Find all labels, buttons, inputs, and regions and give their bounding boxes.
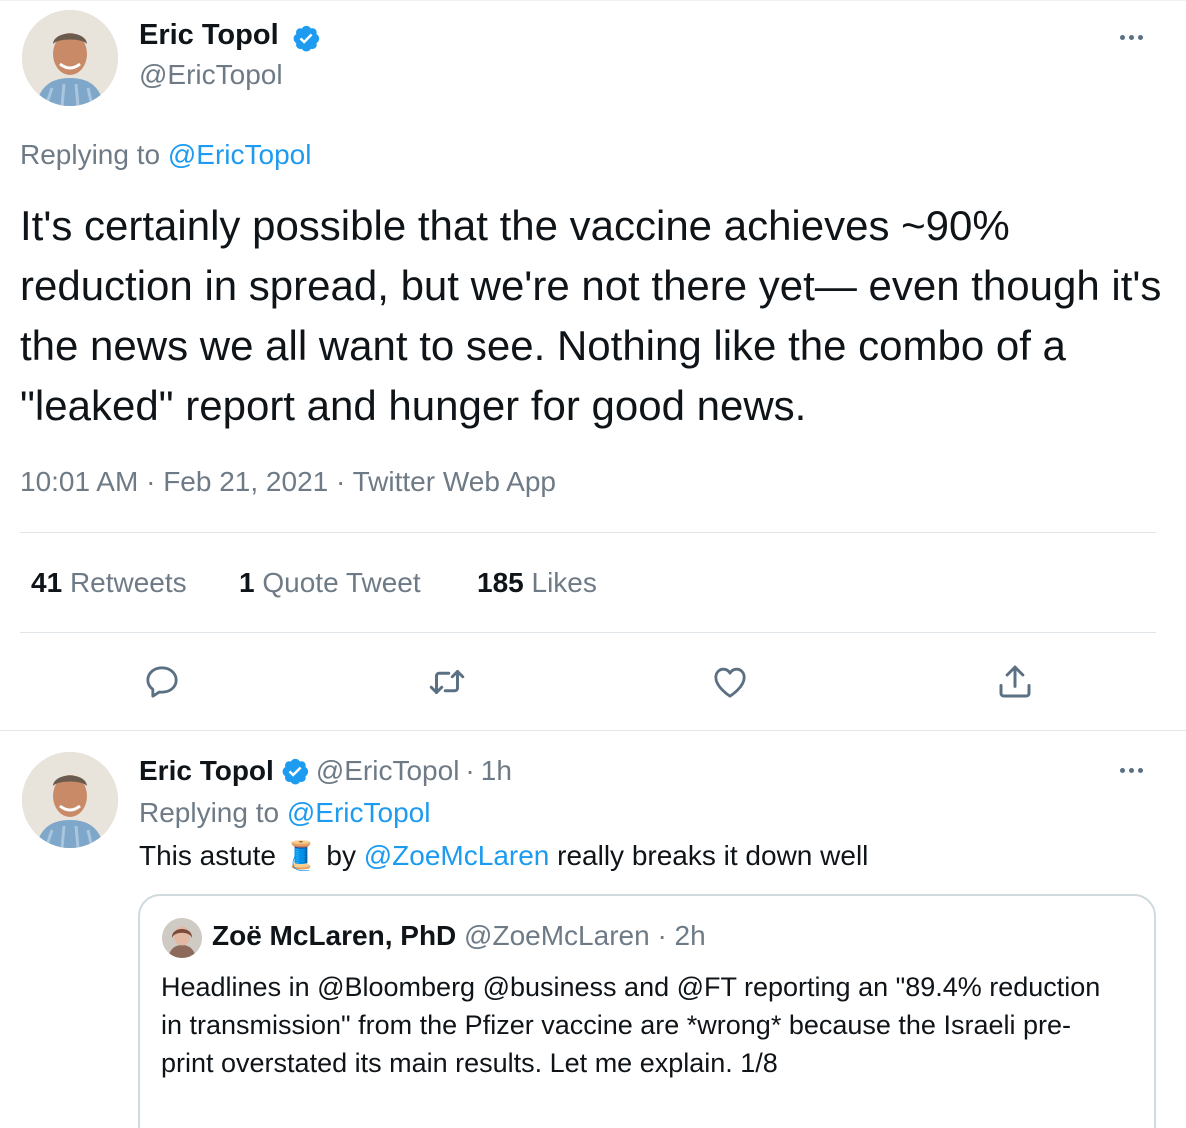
likes-count: 185 [477, 567, 524, 598]
reply-replying-label: Replying to [139, 797, 280, 828]
reply-replying-to-line: Replying to @EricTopol [139, 797, 430, 829]
reply-text-before: This astute [139, 840, 276, 871]
tweet-meta: 10:01 AM · Feb 21, 2021 · Twitter Web Ap… [20, 466, 556, 498]
quote-tweets-stat[interactable]: 1 Quote Tweet [239, 567, 421, 599]
reply-author-avatar[interactable] [22, 752, 118, 848]
author-avatar[interactable] [22, 10, 118, 106]
reply-author-handle[interactable]: @EricTopol [316, 755, 460, 787]
author-name[interactable]: Eric Topol [139, 19, 279, 52]
reply-text: This astute 🧵 by @ZoeMcLaren really brea… [139, 839, 868, 872]
header-separator: · [465, 755, 475, 786]
replying-to-line: Replying to @EricTopol [20, 139, 311, 171]
reply-replying-handle-link[interactable]: @EricTopol [287, 797, 431, 828]
quoted-tweet-card[interactable]: Zoë McLaren, PhD @ZoeMcLaren · 2h Headli… [138, 894, 1156, 1128]
likes-label: Likes [531, 567, 597, 598]
reply-header: Eric Topol @EricTopol · 1h [139, 755, 512, 787]
reply-author-avatar-image [22, 752, 118, 848]
replying-handle-link[interactable]: @EricTopol [168, 139, 312, 170]
thread-emoji: 🧵 [283, 840, 319, 871]
quoted-author-handle: @ZoeMcLaren [464, 920, 650, 951]
quoted-text: Headlines in @Bloomberg @business and @F… [161, 972, 1101, 1078]
meta-separator: · [336, 466, 346, 497]
quoted-age: 2h [674, 920, 706, 951]
quoted-author-name: Zoë McLaren, PhD [212, 920, 457, 951]
verified-badge-icon [282, 758, 308, 785]
tweet-source[interactable]: Twitter Web App [353, 466, 556, 497]
reply-icon[interactable] [140, 660, 184, 704]
reply-age[interactable]: 1h [481, 755, 512, 787]
quoted-author-avatar-image [162, 918, 202, 958]
quoted-separator: · [657, 920, 667, 951]
reply-text-by: by [326, 840, 356, 871]
reply-more-options-icon[interactable] [1120, 768, 1143, 773]
retweets-label: Retweets [69, 567, 187, 598]
like-icon[interactable] [708, 660, 752, 704]
meta-separator: · [146, 466, 156, 497]
thread-divider [0, 730, 1186, 731]
retweets-stat[interactable]: 41 Retweets [31, 567, 187, 599]
verified-badge-icon [293, 25, 320, 52]
mention-link[interactable]: @ZoeMcLaren [364, 840, 550, 871]
author-avatar-image [22, 10, 118, 106]
likes-stat[interactable]: 185 Likes [477, 567, 597, 599]
tweet-date[interactable]: Feb 21, 2021 [163, 466, 328, 497]
tweet-text: It's certainly possible that the vaccine… [20, 202, 1162, 429]
reply-text-after: really breaks it down well [557, 840, 869, 871]
quoted-header: Zoë McLaren, PhD @ZoeMcLaren · 2h [212, 920, 706, 952]
replying-label: Replying to [20, 139, 161, 170]
quoted-author-avatar [162, 918, 202, 958]
quotes-count: 1 [239, 567, 255, 598]
stats-top-divider [20, 532, 1156, 533]
author-handle[interactable]: @EricTopol [139, 59, 283, 91]
tweet-time[interactable]: 10:01 AM [20, 466, 138, 497]
reply-author-name[interactable]: Eric Topol [139, 755, 274, 787]
stats-bottom-divider [20, 632, 1156, 633]
more-options-icon[interactable] [1120, 35, 1143, 40]
quotes-label: Quote Tweet [262, 567, 421, 598]
retweets-count: 41 [31, 567, 63, 598]
share-icon[interactable] [993, 660, 1037, 704]
retweet-icon[interactable] [425, 660, 469, 704]
top-divider [0, 0, 1186, 1]
